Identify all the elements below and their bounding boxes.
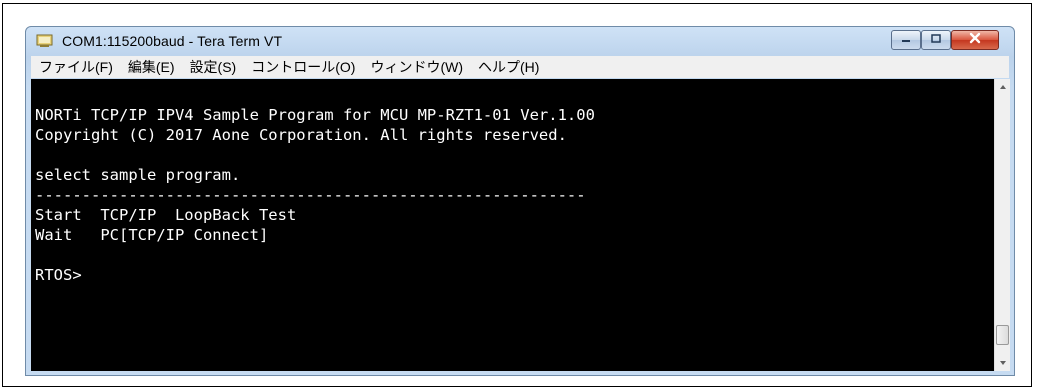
- menu-file[interactable]: ファイル(F): [31, 57, 120, 77]
- title-bar[interactable]: COM1:115200baud - Tera Term VT: [26, 27, 1014, 55]
- maximize-button[interactable]: [921, 30, 951, 50]
- tera-term-icon[interactable]: [36, 34, 54, 48]
- close-icon: [968, 31, 982, 49]
- menu-help[interactable]: ヘルプ(H): [470, 57, 546, 77]
- scroll-down-arrow-icon[interactable]: [995, 355, 1011, 371]
- terminal-prompt: RTOS>: [35, 266, 82, 284]
- terminal-window: COM1:115200baud - Tera Term VT ファイル(F) 編…: [25, 26, 1015, 376]
- scroll-up-arrow-icon[interactable]: [995, 79, 1011, 95]
- terminal-line: select sample program.: [35, 166, 241, 184]
- minimize-icon: [900, 31, 912, 49]
- close-button[interactable]: [951, 30, 999, 50]
- terminal-line: Start TCP/IP LoopBack Test: [35, 206, 297, 224]
- vertical-scrollbar[interactable]: [994, 79, 1010, 371]
- minimize-button[interactable]: [891, 30, 921, 50]
- menu-setup[interactable]: 設定(S): [182, 57, 244, 77]
- terminal-line: Copyright (C) 2017 Aone Corporation. All…: [35, 126, 567, 144]
- terminal-line: Wait PC[TCP/IP Connect]: [35, 226, 269, 244]
- window-title: COM1:115200baud - Tera Term VT: [62, 33, 283, 49]
- menu-window[interactable]: ウィンドウ(W): [362, 57, 470, 77]
- terminal-line: NORTi TCP/IP IPV4 Sample Program for MCU…: [35, 106, 595, 124]
- menu-edit[interactable]: 編集(E): [120, 57, 182, 77]
- terminal-line: ----------------------------------------…: [35, 186, 586, 204]
- scrollbar-thumb[interactable]: [996, 325, 1009, 345]
- menu-bar: ファイル(F) 編集(E) 設定(S) コントロール(O) ウィンドウ(W) ヘ…: [31, 56, 1009, 78]
- terminal-screen[interactable]: NORTi TCP/IP IPV4 Sample Program for MCU…: [31, 79, 994, 371]
- menu-control[interactable]: コントロール(O): [243, 57, 362, 77]
- maximize-icon: [930, 31, 942, 49]
